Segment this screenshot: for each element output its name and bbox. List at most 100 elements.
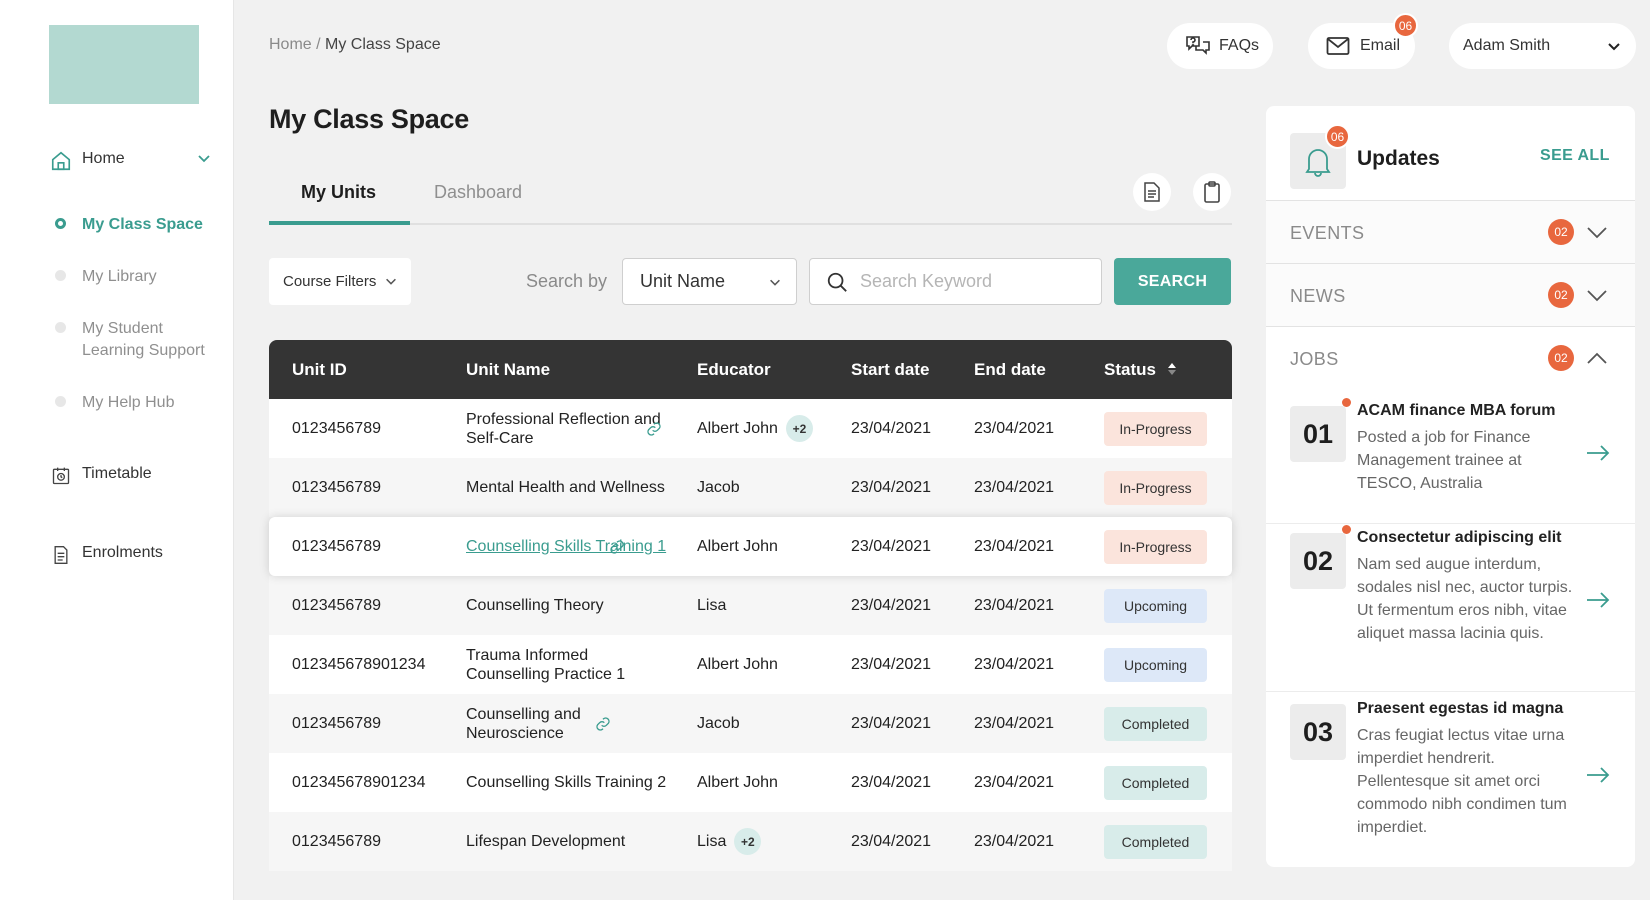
table-row[interactable]: 0123456789 Counselling Skills Training 1 A… xyxy=(269,517,1232,576)
status-cell: Completed xyxy=(1104,753,1207,812)
link-icon[interactable] xyxy=(595,694,611,753)
user-menu[interactable]: Adam Smith xyxy=(1449,23,1636,69)
unit-name: Counselling Skills Training 2 xyxy=(466,753,676,812)
start-date: 23/04/2021 xyxy=(851,773,932,791)
clipboard-button[interactable] xyxy=(1193,173,1231,211)
table-row[interactable]: 0123456789 Counselling Theory Lisa 23/04/20… xyxy=(269,576,1232,635)
logo[interactable] xyxy=(49,25,199,104)
search-icon xyxy=(826,271,848,293)
unit-name: Lifespan Development xyxy=(466,812,676,871)
sidebar-item-my-help-hub[interactable]: My Help Hub xyxy=(55,392,174,414)
search-by-select[interactable]: Unit Name xyxy=(622,258,797,305)
status-badge: In-Progress xyxy=(1104,470,1207,505)
start-date: 23/04/2021 xyxy=(851,655,932,673)
table-row[interactable]: 012345678901234 Trauma Informed Counselli… xyxy=(269,635,1232,694)
job-description: Nam sed augue interdum, sodales nisl nec… xyxy=(1357,556,1573,642)
status-badge: Upcoming xyxy=(1104,588,1207,623)
sort-icon[interactable] xyxy=(1167,361,1177,381)
unit-id: 0123456789 xyxy=(292,478,381,496)
job-item[interactable]: 02 Consectetur adipiscing elit Nam sed a… xyxy=(1266,525,1635,692)
section-news[interactable]: NEWS 02 xyxy=(1266,263,1635,326)
arrow-right-icon[interactable] xyxy=(1586,591,1610,614)
active-tab-indicator xyxy=(269,221,410,225)
table-row[interactable]: 0123456789 Counselling and Neuroscience Ja… xyxy=(269,694,1232,753)
chevron-down-icon xyxy=(768,275,782,289)
chevron-down-icon[interactable] xyxy=(1586,222,1608,247)
table-row[interactable]: 012345678901234 Counselling Skills Traini… xyxy=(269,753,1232,812)
search-button[interactable]: SEARCH xyxy=(1114,258,1231,305)
units-table: Unit ID Unit Name Educator Start date En… xyxy=(269,340,1232,871)
educator: Albert John xyxy=(697,517,778,576)
sidebar-item-label: Enrolments xyxy=(82,544,163,561)
sidebar-item-student-learning-support[interactable]: My Student Learning Support xyxy=(55,318,217,362)
column-header-unit-id[interactable]: Unit ID xyxy=(292,360,347,380)
unit-name: Counselling and Neuroscience xyxy=(466,694,676,753)
section-jobs[interactable]: JOBS 02 xyxy=(1266,326,1635,392)
sidebar-item-home[interactable]: Home xyxy=(50,150,210,172)
sidebar-item-label: My Help Hub xyxy=(82,394,175,411)
updates-count-badge: 06 xyxy=(1325,124,1350,149)
unit-id: 0123456789 xyxy=(292,419,381,437)
arrow-right-icon[interactable] xyxy=(1586,766,1610,789)
sidebar: Home My Class Space My Library My Studen… xyxy=(0,0,234,900)
column-header-educator[interactable]: Educator xyxy=(697,360,771,380)
status-cell: In-Progress xyxy=(1104,458,1207,517)
column-header-status[interactable]: Status xyxy=(1104,360,1177,381)
see-all-link[interactable]: SEE ALL xyxy=(1540,147,1610,165)
email-count-badge: 06 xyxy=(1393,13,1418,38)
extra-educators-badge[interactable]: +2 xyxy=(785,415,813,442)
status-badge: Upcoming xyxy=(1104,647,1207,682)
section-events[interactable]: EVENTS 02 xyxy=(1266,200,1635,263)
tab-dashboard[interactable]: Dashboard xyxy=(434,182,522,203)
breadcrumb-home[interactable]: Home xyxy=(269,36,312,53)
chevron-down-icon[interactable] xyxy=(1586,285,1608,310)
notifications-button[interactable]: 06 xyxy=(1290,124,1350,189)
column-header-end-date[interactable]: End date xyxy=(974,360,1046,380)
sidebar-item-timetable[interactable]: Timetable xyxy=(50,465,152,487)
chevron-down-icon[interactable] xyxy=(196,150,212,171)
end-date: 23/04/2021 xyxy=(974,596,1055,614)
table-row[interactable]: 0123456789 Professional Reflection and Se… xyxy=(269,399,1232,458)
extra-educators-badge[interactable]: +2 xyxy=(734,828,762,855)
chevron-down-icon xyxy=(384,274,398,288)
unit-name: Counselling Theory xyxy=(466,576,676,635)
clipboard-icon xyxy=(1203,181,1221,203)
sidebar-item-my-class-space[interactable]: My Class Space xyxy=(55,214,203,236)
job-item[interactable]: 03 Praesent egestas id magna Cras feugia… xyxy=(1266,700,1635,854)
table-header: Unit ID Unit Name Educator Start date En… xyxy=(269,340,1232,399)
faqs-button[interactable]: FAQs xyxy=(1167,23,1273,69)
unit-name-text: Trauma Informed Counselling Practice 1 xyxy=(466,646,626,683)
unit-id: 0123456789 xyxy=(292,537,381,555)
document-view-button[interactable] xyxy=(1133,173,1171,211)
course-filters-label: Course Filters xyxy=(283,273,377,290)
sidebar-item-label: Home xyxy=(82,150,125,167)
chevron-up-icon[interactable] xyxy=(1586,348,1608,373)
status-cell: Upcoming xyxy=(1104,576,1207,635)
unit-name-text: Counselling and Neuroscience xyxy=(466,705,581,742)
sidebar-item-my-library[interactable]: My Library xyxy=(55,266,157,288)
search-input[interactable] xyxy=(860,271,1090,292)
tab-my-units[interactable]: My Units xyxy=(301,182,376,203)
sidebar-item-enrolments[interactable]: Enrolments xyxy=(50,544,163,566)
arrow-right-icon[interactable] xyxy=(1586,444,1610,467)
unit-name-text: Counselling Theory xyxy=(466,597,604,614)
course-filters-dropdown[interactable]: Course Filters xyxy=(269,258,411,305)
unit-name[interactable]: Counselling Skills Training 1 xyxy=(466,517,676,576)
column-header-start-date[interactable]: Start date xyxy=(851,360,929,380)
educator-name: Albert John xyxy=(697,773,778,791)
link-icon[interactable] xyxy=(646,399,662,458)
unit-name-text[interactable]: Counselling Skills Training 1 xyxy=(466,537,666,556)
job-item[interactable]: 01 ACAM finance MBA forum Posted a job f… xyxy=(1266,398,1635,524)
dot-icon xyxy=(55,270,66,281)
column-header-unit-name[interactable]: Unit Name xyxy=(466,360,550,380)
end-date: 23/04/2021 xyxy=(974,832,1055,850)
unit-name-text: Mental Health and Wellness xyxy=(466,479,665,496)
link-icon[interactable] xyxy=(609,517,625,576)
table-row[interactable]: 0123456789 Lifespan Development Lisa +2 23/0… xyxy=(269,812,1232,871)
unit-name: Professional Reflection and Self-Care xyxy=(466,399,676,458)
breadcrumb: Home / My Class Space xyxy=(269,36,441,54)
unit-id: 0123456789 xyxy=(292,832,381,850)
dot-icon xyxy=(55,396,66,407)
table-row[interactable]: 0123456789 Mental Health and Wellness Jaco… xyxy=(269,458,1232,517)
email-button[interactable]: Email 06 xyxy=(1308,13,1418,69)
